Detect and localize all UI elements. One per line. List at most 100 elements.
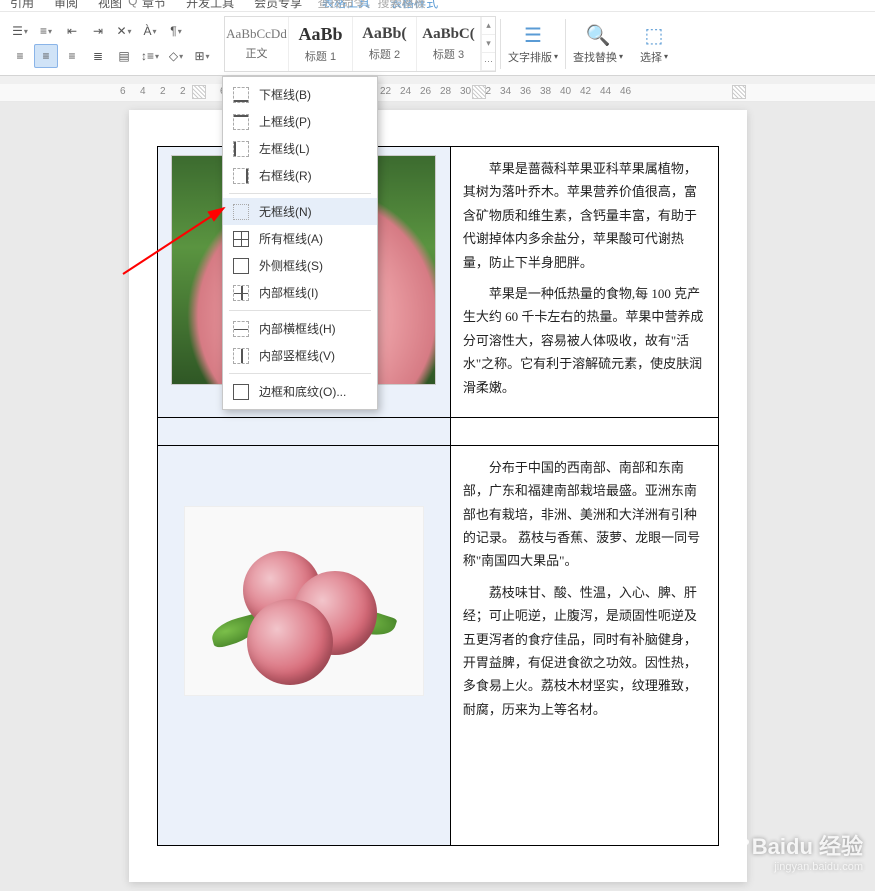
find-replace-button[interactable]: 🔍 查找替换▾	[570, 16, 626, 72]
spacer-cell[interactable]	[450, 417, 718, 445]
style-h1[interactable]: AaBb 标题 1	[289, 17, 353, 71]
border-label: 外侧框线(S)	[259, 257, 323, 274]
border-icon	[233, 231, 249, 247]
menu-item[interactable]: 章节	[142, 0, 166, 11]
border-label: 下框线(B)	[259, 86, 311, 103]
border-label: 内部横框线(H)	[259, 320, 336, 337]
styles-scroll[interactable]: ▴ ▾ ⋯	[481, 17, 495, 71]
border-menu-item[interactable]: 右框线(R)	[223, 162, 377, 189]
number-list-button[interactable]: ≡▾	[34, 19, 58, 43]
line-spacing-button[interactable]: ↕≡▾	[138, 44, 162, 68]
ruler-tick: 24	[400, 86, 411, 97]
ruler-tick: 2	[180, 86, 186, 97]
border-icon	[233, 204, 249, 220]
search-icon: 🔍	[586, 23, 611, 49]
border-label: 无框线(N)	[259, 203, 312, 220]
border-menu-item[interactable]: 下框线(B)	[223, 81, 377, 108]
border-icon	[233, 168, 249, 184]
cell-lychee-text[interactable]: 分布于中国的西南部、南部和东南部，广东和福建南部栽培最盛。亚洲东南部也有栽培，非…	[450, 445, 718, 845]
menu-bar: 引用 审阅 视图 章节 开发工具 会员专享 表格工具 表格样式 Q 查找命令、搜…	[0, 0, 875, 12]
border-label: 右框线(R)	[259, 167, 312, 184]
ruler-tick: 30	[460, 86, 471, 97]
menu-item[interactable]: 会员专享	[254, 0, 302, 11]
select-button[interactable]: ⬚ 选择▾	[626, 16, 682, 72]
ruler-tick: 42	[580, 86, 591, 97]
bullet-list-button[interactable]: ☰▾	[8, 19, 32, 43]
border-icon	[233, 321, 249, 337]
layout-icon: ☰	[524, 23, 542, 49]
indent-increase-button[interactable]: ⇥	[86, 19, 110, 43]
border-icon	[233, 348, 249, 364]
ruler-tick: 34	[500, 86, 511, 97]
align-right-button[interactable]: ≡	[60, 44, 84, 68]
border-icon	[233, 258, 249, 274]
ruler-tick: 44	[600, 86, 611, 97]
border-menu-item[interactable]: 内部框线(I)	[223, 279, 377, 306]
border-menu-item[interactable]: 边框和底纹(O)...	[223, 378, 377, 405]
lychee-image	[184, 506, 424, 696]
ruler-marker[interactable]	[192, 85, 206, 99]
ruler-tick: 2	[160, 86, 166, 97]
border-icon	[233, 87, 249, 103]
ruler-marker[interactable]	[472, 85, 486, 99]
align-center-button[interactable]: ≡	[34, 44, 58, 68]
search-placeholder[interactable]: 查找命令、搜索模板	[317, 0, 425, 11]
distribute-button[interactable]: ▤	[112, 44, 136, 68]
cell-apple-text[interactable]: 苹果是蔷薇科苹果亚科苹果属植物，其树为落叶乔木。苹果营养价值很高，富含矿物质和维…	[450, 147, 718, 418]
borders-dropdown: 下框线(B) 上框线(P) 左框线(L) 右框线(R) 无框线(N) 所有框线(A) 外侧框…	[222, 76, 378, 410]
indent-decrease-button[interactable]: ⇤	[60, 19, 84, 43]
styles-gallery[interactable]: AaBbCcDd 正文 AaBb 标题 1 AaBb( 标题 2 AaBbC( …	[224, 16, 496, 72]
ruler-tick: 6	[120, 86, 126, 97]
menu-item[interactable]: 引用	[10, 0, 34, 11]
text-layout-button[interactable]: ☰ 文字排版▾	[505, 16, 561, 72]
border-icon	[233, 285, 249, 301]
ruler-tick: 26	[420, 86, 431, 97]
cell-lychee-image[interactable]	[157, 445, 450, 845]
border-menu-item[interactable]: 左框线(L)	[223, 135, 377, 162]
paragraph-group: ☰▾ ≡▾ ⇤ ⇥ ✕▾ А̀▾ ¶▾ ≡ ≡ ≡ ≣ ▤ ↕≡▾ ◇▾ ⊞▾	[4, 16, 218, 72]
style-h3[interactable]: AaBbC( 标题 3	[417, 17, 481, 71]
border-icon	[233, 384, 249, 400]
border-menu-item[interactable]: 内部横框线(H)	[223, 315, 377, 342]
border-button[interactable]: ⊞▾	[190, 44, 214, 68]
scroll-down-icon[interactable]: ▾	[482, 35, 495, 53]
scroll-up-icon[interactable]: ▴	[482, 17, 495, 35]
separator	[500, 19, 501, 69]
style-body[interactable]: AaBbCcDd 正文	[225, 17, 289, 71]
ruler-tick: 40	[560, 86, 571, 97]
border-menu-item[interactable]: 上框线(P)	[223, 108, 377, 135]
border-label: 内部框线(I)	[259, 284, 318, 301]
spacer-cell[interactable]	[157, 417, 450, 445]
border-icon	[233, 114, 249, 130]
style-h2[interactable]: AaBb( 标题 2	[353, 17, 417, 71]
ribbon: ☰▾ ≡▾ ⇤ ⇥ ✕▾ А̀▾ ¶▾ ≡ ≡ ≡ ≣ ▤ ↕≡▾ ◇▾ ⊞▾ …	[0, 12, 875, 76]
menu-item[interactable]: 开发工具	[186, 0, 234, 11]
border-menu-item[interactable]: 所有框线(A)	[223, 225, 377, 252]
border-label: 左框线(L)	[259, 140, 310, 157]
sort-button[interactable]: А̀▾	[138, 19, 162, 43]
border-menu-item[interactable]: 内部竖框线(V)	[223, 342, 377, 369]
border-icon	[233, 141, 249, 157]
ruler-tick: 22	[380, 86, 391, 97]
horizontal-ruler[interactable]: 6422468101214161820222426283032343638404…	[0, 84, 875, 102]
ruler-tick: 36	[520, 86, 531, 97]
shading-button[interactable]: ◇▾	[164, 44, 188, 68]
border-menu-item[interactable]: 无框线(N)	[223, 198, 377, 225]
align-left-button[interactable]: ≡	[8, 44, 32, 68]
border-menu-item[interactable]: 外侧框线(S)	[223, 252, 377, 279]
clear-format-button[interactable]: ✕▾	[112, 19, 136, 43]
menu-item[interactable]: 视图	[98, 0, 122, 11]
align-justify-button[interactable]: ≣	[86, 44, 110, 68]
ruler-marker[interactable]	[732, 85, 746, 99]
menu-item[interactable]: 审阅	[54, 0, 78, 11]
cursor-icon: ⬚	[645, 23, 664, 49]
search-icon[interactable]: Q	[128, 0, 137, 8]
ruler-tick: 38	[540, 86, 551, 97]
ruler-tick: 4	[140, 86, 146, 97]
document-canvas[interactable]: 苹果是蔷薇科苹果亚科苹果属植物，其树为落叶乔木。苹果营养价值很高，富含矿物质和维…	[0, 102, 875, 891]
apple-text: 苹果是蔷薇科苹果亚科苹果属植物，其树为落叶乔木。苹果营养价值很高，富含矿物质和维…	[451, 147, 718, 417]
ruler-tick: 46	[620, 86, 631, 97]
scroll-more-icon[interactable]: ⋯	[482, 53, 495, 71]
border-label: 所有框线(A)	[259, 230, 323, 247]
reveal-button[interactable]: ¶▾	[164, 19, 188, 43]
